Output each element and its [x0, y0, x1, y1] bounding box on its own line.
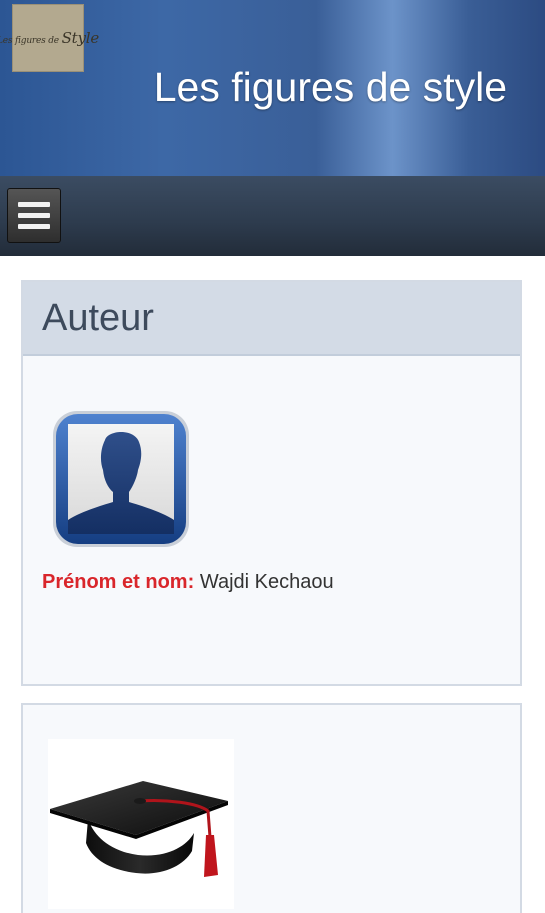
- app-title: Les figures de style: [153, 64, 507, 110]
- education-image: [48, 739, 234, 909]
- author-name-value: Wajdi Kechaou: [199, 571, 334, 593]
- menu-button[interactable]: [7, 188, 61, 243]
- author-panel-title: Auteur: [42, 296, 154, 339]
- logo-small-text: Les figures de: [0, 36, 59, 46]
- author-name-line: Prénom et nom: Wajdi Kechaou: [42, 571, 334, 594]
- app-logo: Les figures de Style: [0, 4, 99, 72]
- logo-big-text: Style: [61, 29, 100, 47]
- navigation-bar: [0, 176, 545, 256]
- user-avatar-icon: [53, 411, 189, 547]
- author-panel: Auteur Prénom et nom: Wajdi Kechaou: [21, 280, 522, 686]
- app-header: Les figures de Style Les figures de styl…: [0, 0, 545, 176]
- hamburger-menu-icon: [18, 202, 50, 207]
- author-panel-header: Auteur: [23, 282, 520, 356]
- graduation-cap-icon: [50, 781, 228, 877]
- education-panel: [21, 703, 522, 913]
- author-name-label: Prénom et nom:: [42, 571, 195, 593]
